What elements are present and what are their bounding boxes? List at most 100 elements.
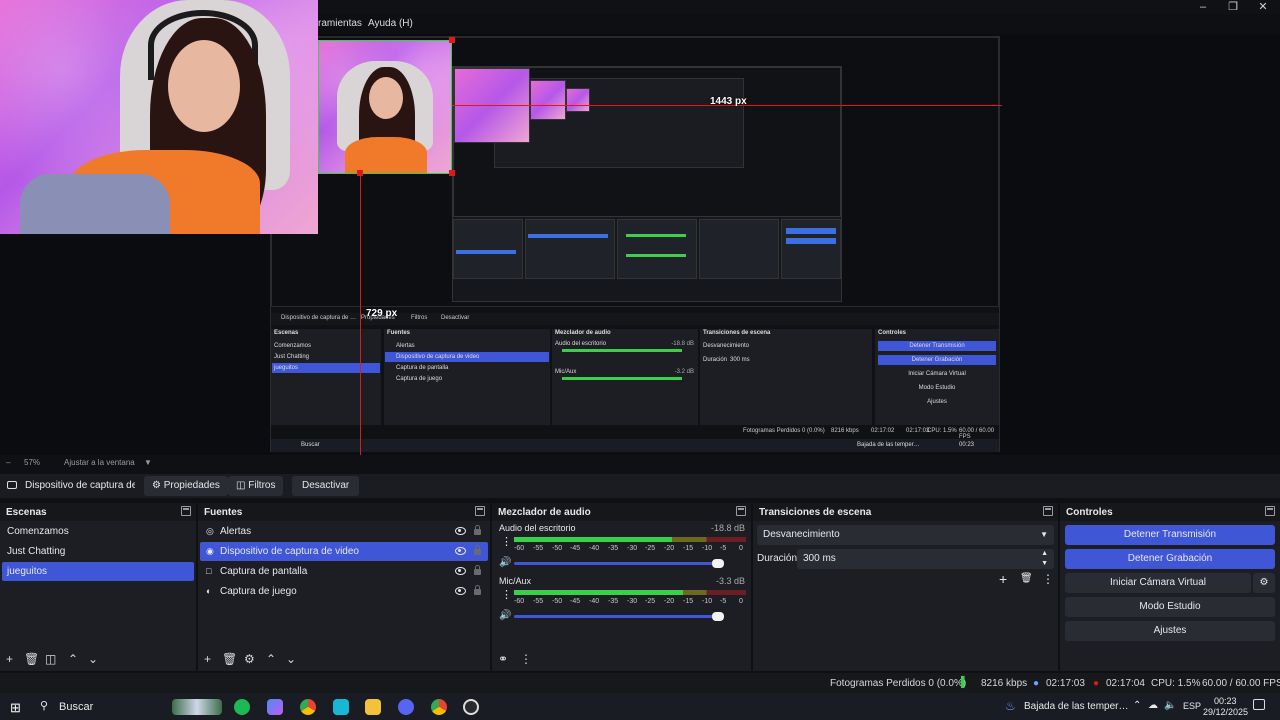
- zoom-out-button[interactable]: –: [6, 458, 10, 467]
- spin-down-icon[interactable]: ▼: [1041, 554, 1048, 574]
- start-virtual-camera-button[interactable]: Iniciar Cámara Virtual: [1065, 573, 1251, 593]
- camera-icon: ◉: [206, 546, 214, 556]
- volume-icon[interactable]: 🔈: [1164, 700, 1176, 711]
- add-icon[interactable]: +: [204, 652, 211, 666]
- filters-button[interactable]: ◫ Filtros: [228, 476, 284, 496]
- source-item[interactable]: ◐ Captura de juego: [200, 582, 488, 601]
- move-up-icon[interactable]: ⌃: [266, 652, 276, 666]
- eye-icon[interactable]: [455, 547, 466, 555]
- lock-icon[interactable]: [474, 525, 481, 535]
- meter-tick-label: -55: [533, 598, 544, 605]
- move-down-icon[interactable]: ⌄: [286, 652, 296, 666]
- more-options-icon[interactable]: ⋮: [520, 652, 532, 666]
- nested-taskbar: Buscar Bajada de las temper… 00:23: [271, 439, 999, 452]
- clock-date[interactable]: 29/12/2025: [1203, 707, 1248, 717]
- windows-start-icon[interactable]: ⊞: [10, 700, 21, 716]
- stop-streaming-button[interactable]: Detener Transmisión: [1065, 525, 1275, 545]
- duration-label: Duración: [757, 553, 798, 564]
- meter-tick-label: -40: [589, 545, 600, 552]
- resize-handle[interactable]: [449, 170, 455, 176]
- popout-icon[interactable]: [1265, 506, 1275, 516]
- volume-slider[interactable]: [514, 559, 724, 568]
- weather-text[interactable]: Bajada de las temper…: [1024, 701, 1129, 712]
- chevron-up-icon[interactable]: ⌃: [1133, 700, 1141, 711]
- duration-input[interactable]: 300 ms ▲ ▼: [797, 549, 1054, 569]
- studio-mode-button[interactable]: Modo Estudio: [1065, 597, 1275, 617]
- preview-zoom-row: – 57% Ajustar a la ventana ▼: [0, 455, 1280, 471]
- app-icon[interactable]: [333, 699, 349, 715]
- popout-icon[interactable]: [1043, 506, 1053, 516]
- meter-tick-label: -35: [608, 545, 619, 552]
- stream-time: 02:17:03: [1046, 678, 1085, 689]
- chrome-icon[interactable]: [300, 699, 316, 715]
- transition-select[interactable]: Desvanecimiento ▼: [757, 525, 1054, 545]
- source-item[interactable]: ◎ Alertas: [200, 522, 488, 541]
- source-item-selected[interactable]: ◉ Dispositivo de captura de video: [200, 542, 488, 561]
- lock-icon[interactable]: [474, 585, 481, 595]
- virtual-camera-settings-button[interactable]: ⚙: [1253, 573, 1275, 593]
- dropped-frames: Fotogramas Perdidos 0 (0.0%): [830, 678, 967, 689]
- eye-icon[interactable]: [455, 527, 466, 535]
- trash-icon[interactable]: 🗑: [1020, 573, 1033, 584]
- zoom-dropdown-icon[interactable]: ▼: [144, 458, 152, 467]
- fit-to-window[interactable]: Ajustar a la ventana: [64, 458, 135, 467]
- speaker-icon[interactable]: 🔊: [499, 557, 511, 568]
- settings-button[interactable]: Ajustes: [1065, 621, 1275, 641]
- gear-icon[interactable]: ⚙: [244, 652, 255, 666]
- obs-icon[interactable]: [463, 699, 479, 715]
- scenes-dock: Escenas Comenzamos Just Chatting jueguit…: [0, 503, 196, 671]
- maximize-icon[interactable]: ❐: [1218, 0, 1248, 14]
- scene-item-selected[interactable]: jueguitos: [2, 562, 194, 581]
- spotify-icon[interactable]: [234, 699, 250, 715]
- popout-icon[interactable]: [736, 506, 746, 516]
- properties-button[interactable]: ⚙ Propiedades: [144, 476, 228, 496]
- lock-icon[interactable]: [474, 565, 481, 575]
- source-toolbar: Dispositivo de captura de v ⚙ Propiedade…: [0, 474, 1280, 498]
- minimize-icon[interactable]: –: [1188, 0, 1218, 14]
- language-indicator[interactable]: ESP: [1183, 701, 1201, 711]
- clock-time[interactable]: 00:23: [1214, 696, 1237, 706]
- speaker-icon[interactable]: 🔊: [499, 610, 511, 621]
- volume-slider-knob[interactable]: [712, 612, 724, 621]
- menu-help[interactable]: Ayuda (H): [368, 18, 413, 29]
- scene-item[interactable]: Just Chatting: [2, 542, 194, 561]
- notification-icon[interactable]: [1253, 699, 1265, 710]
- chrome-icon[interactable]: [431, 699, 447, 715]
- network-icon[interactable]: ☁: [1148, 700, 1158, 711]
- link-icon[interactable]: ⚭: [498, 652, 508, 666]
- trash-icon[interactable]: 🗑: [222, 652, 237, 666]
- popout-icon[interactable]: [181, 506, 191, 516]
- eye-icon[interactable]: [455, 567, 466, 575]
- taskbar-search[interactable]: Buscar: [59, 701, 93, 713]
- more-options-icon[interactable]: ⋮: [1042, 572, 1054, 586]
- deactivate-button[interactable]: Desactivar: [292, 476, 360, 496]
- volume-slider-knob[interactable]: [712, 559, 724, 568]
- lock-icon[interactable]: [474, 545, 481, 555]
- volume-slider[interactable]: [514, 612, 724, 621]
- meter-tick-label: -40: [589, 598, 600, 605]
- selected-webcam-source[interactable]: [318, 40, 452, 174]
- add-icon[interactable]: +: [6, 652, 13, 666]
- more-options-icon[interactable]: ⋮: [501, 588, 512, 601]
- move-down-icon[interactable]: ⌄: [88, 652, 98, 666]
- popout-icon[interactable]: [475, 506, 485, 516]
- add-icon[interactable]: +: [999, 571, 1007, 587]
- eye-icon[interactable]: [455, 587, 466, 595]
- trash-icon[interactable]: 🗑: [24, 652, 39, 666]
- menu-bar: ramientas Ayuda (H): [318, 14, 1280, 34]
- copilot-icon[interactable]: [267, 699, 283, 715]
- discord-icon[interactable]: [398, 699, 414, 715]
- stream-icon: ●: [1033, 678, 1040, 689]
- move-up-icon[interactable]: ⌃: [68, 652, 78, 666]
- stop-recording-button[interactable]: Detener Grabación: [1065, 549, 1275, 569]
- filter-icon[interactable]: ◫: [45, 652, 56, 666]
- resize-handle[interactable]: [449, 37, 455, 43]
- menu-tools[interactable]: ramientas: [318, 18, 362, 29]
- close-icon[interactable]: ✕: [1248, 0, 1278, 14]
- source-item[interactable]: □ Captura de pantalla: [200, 562, 488, 581]
- search-icon[interactable]: ⚲: [40, 699, 48, 712]
- scene-item[interactable]: Comenzamos: [2, 522, 194, 541]
- folder-icon[interactable]: [365, 699, 381, 715]
- meter-tick-label: -5: [720, 598, 727, 605]
- more-options-icon[interactable]: ⋮: [501, 535, 512, 548]
